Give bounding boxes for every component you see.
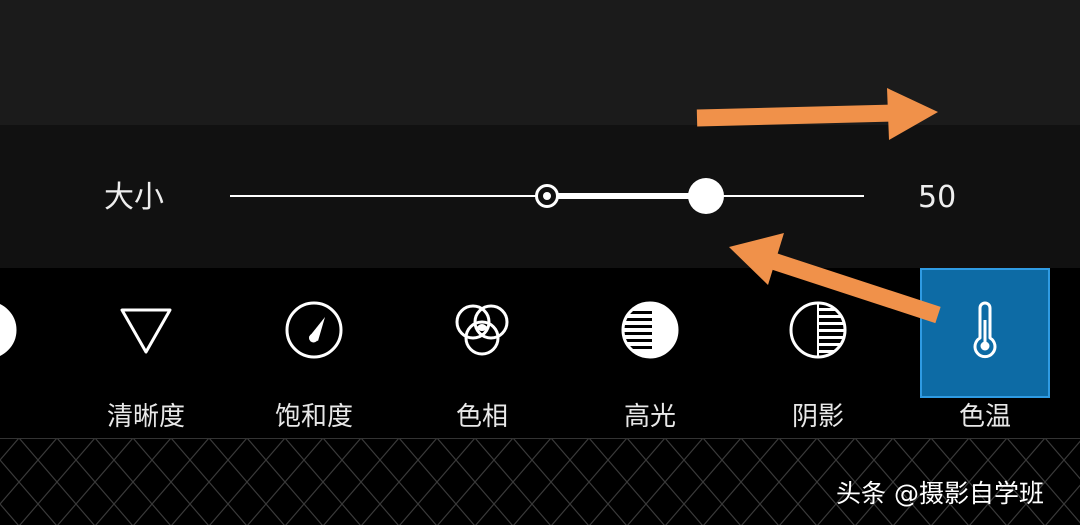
highlight-circle-icon	[621, 301, 679, 359]
tool-label: 色相	[455, 402, 508, 432]
slider-thumb[interactable]	[687, 178, 724, 214]
tool-temperature[interactable]: 色温	[920, 268, 1050, 438]
watermark: 头条 @摄影自学班	[836, 479, 1044, 508]
tool-partial[interactable]: 度	[0, 268, 53, 438]
tool-hue[interactable]: 色相	[417, 268, 547, 438]
tool-label: 清晰度	[106, 402, 185, 432]
slider-default-marker	[535, 184, 559, 208]
tool-clarity[interactable]: 清晰度	[81, 268, 211, 438]
gauge-icon	[285, 301, 343, 359]
tool-saturation[interactable]: 饱和度	[249, 268, 379, 438]
tool-shadows[interactable]: 阴影	[753, 268, 883, 438]
tool-label: 阴影	[791, 402, 844, 432]
tool-label: 色温	[958, 402, 1011, 432]
slider-label: 大小	[104, 180, 164, 215]
image-preview-area	[0, 0, 1080, 125]
slider-value: 50	[918, 180, 957, 215]
triangle-down-icon	[120, 308, 172, 354]
tool-label: 饱和度	[274, 402, 353, 432]
adjustment-toolbar: 度 清晰度 饱和度 色相	[0, 268, 1080, 438]
tool-label: 度	[0, 401, 53, 433]
tool-label: 高光	[623, 402, 676, 432]
color-circles-icon	[455, 304, 509, 356]
thermometer-icon	[973, 301, 997, 359]
shadow-circle-icon	[789, 301, 847, 359]
partial-circle-icon	[0, 304, 17, 356]
slider-fill	[547, 193, 706, 199]
tool-highlights[interactable]: 高光	[585, 268, 715, 438]
